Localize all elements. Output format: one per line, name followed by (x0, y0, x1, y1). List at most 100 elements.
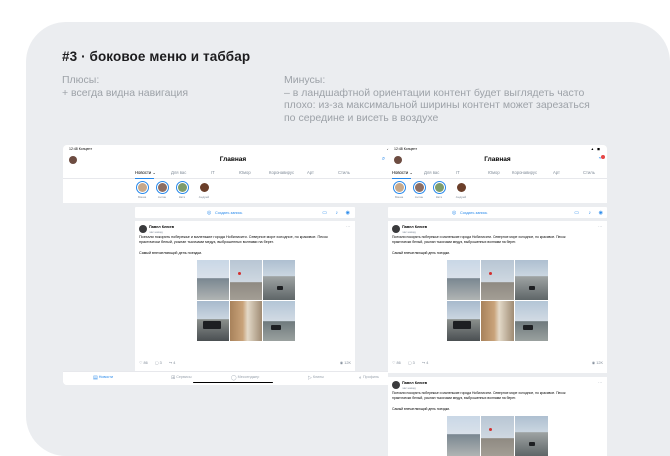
tablet-portrait-mockup: 12:48 Концепт ▲ ◼ Главная ◔ Новости ⌄ Дл… (388, 145, 607, 456)
tab-art[interactable]: Арт (553, 170, 560, 175)
post-author[interactable]: Павел Клюев (402, 225, 427, 229)
status-indicators-icon: ▲ ◼ (590, 146, 601, 151)
services-icon: ⊞ (171, 375, 176, 381)
post-author[interactable]: Павел Клюев (149, 225, 174, 229)
post-photo[interactable] (481, 301, 514, 341)
status-time: 12:48 Концепт (69, 147, 93, 151)
story-item[interactable]: Антон (155, 181, 169, 199)
post-photo[interactable] (447, 416, 480, 456)
story-item[interactable]: Андрей (197, 181, 211, 199)
status-bar: 12:48 Концепт ▲ ◼ (63, 145, 403, 153)
story-item[interactable]: Катя (175, 181, 189, 199)
create-post-bar[interactable]: Создать запись ◎ ▭ ♪ ◉ (135, 207, 355, 218)
post-photo[interactable] (481, 260, 514, 300)
share-button[interactable]: ↪ 4 (169, 360, 175, 365)
settings-icon[interactable]: ◉ (346, 210, 350, 216)
navbar: Главная ⌕ ◔ (63, 153, 403, 167)
tabbar-clips[interactable]: ▷Клипы (308, 375, 324, 381)
tabbar-messenger[interactable]: ◯Мессенджер (231, 375, 259, 381)
like-button[interactable]: ♡ 86 (139, 360, 148, 365)
story-item[interactable]: Маша (135, 181, 149, 199)
tab-news[interactable]: Новости ⌄ (392, 170, 413, 179)
share-button[interactable]: ↪ 4 (422, 360, 428, 365)
feed-tabs: Новости ⌄ Для вас IT Юмор Коронавирус Ар… (388, 167, 607, 179)
cons-line-3: по середине и висеть в воздухе (284, 111, 439, 124)
story-item[interactable]: Антон (412, 181, 426, 199)
create-post-bar[interactable]: ◎ Создать запись ▭ ♪ ◉ (388, 207, 607, 218)
post-photo[interactable] (515, 301, 548, 341)
more-icon[interactable]: ⋯ (598, 380, 602, 385)
post-photo[interactable] (447, 301, 480, 341)
photo-icon[interactable]: ▭ (574, 210, 579, 216)
tab-humor[interactable]: Юмор (239, 170, 251, 175)
more-icon[interactable]: ⋯ (346, 224, 350, 229)
comment-button[interactable]: ▢ 3 (408, 360, 415, 365)
status-bar: 12:48 Концепт ▲ ◼ (388, 145, 607, 153)
tab-it[interactable]: IT (211, 170, 215, 175)
post-actions: ♡ 86 ▢ 3 ↪ 4 ◉ 12K (135, 359, 355, 367)
tabbar-profile[interactable]: ◐Профиль (359, 375, 379, 381)
post-photo[interactable] (230, 260, 262, 300)
settings-icon[interactable]: ◉ (599, 210, 603, 216)
pros-heading: Плюсы: (62, 74, 100, 86)
microphone-icon[interactable]: ♪ (336, 210, 339, 216)
tab-it[interactable]: IT (456, 170, 460, 175)
story-item[interactable]: Маша (392, 181, 406, 199)
post-author[interactable]: Павел Клюев (402, 381, 427, 385)
bell-icon[interactable]: ◔ (596, 154, 605, 163)
feed-tabs: Новости ⌄ Для вас IT Юмор Коронавирус Ар… (63, 167, 403, 179)
post-text: Поехали покорять побережье и маленькие г… (139, 235, 328, 244)
like-button[interactable]: ♡ 86 (392, 360, 401, 365)
tab-coronavirus[interactable]: Коронавирус (512, 170, 537, 175)
tab-for-you[interactable]: Для вас (424, 170, 439, 175)
microphone-icon[interactable]: ♪ (589, 210, 592, 216)
stories-row: Маша Антон Катя Андрей (388, 179, 607, 203)
tab-art[interactable]: Арт (307, 170, 314, 175)
post-photo[interactable] (447, 260, 480, 300)
tab-style[interactable]: Стиль (583, 170, 595, 175)
clips-icon: ▷ (308, 375, 312, 381)
post-text-2: Самый впечатляющий день поездки. (392, 407, 451, 411)
cons-heading: Минусы: (284, 74, 326, 86)
post-card: Павел Клюев час назад ⋯ Поехали покорять… (135, 221, 355, 373)
story-item[interactable]: Катя (432, 181, 446, 199)
post-photo[interactable] (515, 416, 548, 456)
pros-item: + всегда видна навигация (62, 86, 189, 99)
camera-icon: ◎ (452, 209, 457, 216)
post-time: час назад (402, 229, 416, 234)
tab-news[interactable]: Новости ⌄ (135, 170, 156, 179)
photo-icon[interactable]: ▭ (322, 210, 327, 216)
tab-for-you[interactable]: Для вас (171, 170, 186, 175)
post-text: Поехали покорять побережье и маленькие г… (392, 391, 566, 400)
tab-coronavirus[interactable]: Коронавирус (269, 170, 294, 175)
cons-line-2: плохо: из-за максимальной ширины контент… (284, 99, 590, 111)
post-author-avatar[interactable] (392, 381, 400, 389)
post-photo[interactable] (481, 416, 514, 456)
post-text: Поехали покорять побережье и маленькие г… (392, 235, 566, 244)
tablet-landscape-mockup: 12:48 Концепт ▲ ◼ Главная ⌕ ◔ Новости ⌄ … (63, 145, 403, 385)
post-time: час назад (149, 229, 163, 234)
post-author-avatar[interactable] (139, 225, 147, 233)
post-photo[interactable] (515, 260, 548, 300)
post-photo[interactable] (263, 260, 295, 300)
comment-button[interactable]: ▢ 3 (155, 360, 162, 365)
post-photo[interactable] (263, 301, 295, 341)
views-count: ◉ 12K (591, 361, 603, 365)
post-photo[interactable] (197, 301, 229, 341)
navbar: Главная ◔ (388, 153, 607, 167)
page-title: Главная (484, 156, 511, 163)
more-icon[interactable]: ⋯ (598, 224, 602, 229)
search-icon[interactable]: ⌕ (380, 156, 387, 163)
post-author-avatar[interactable] (392, 225, 400, 233)
tab-style[interactable]: Стиль (338, 170, 350, 175)
tabbar-news[interactable]: ▤Новости (93, 375, 113, 381)
profile-icon: ◐ (359, 375, 363, 381)
post-photo[interactable] (230, 301, 262, 341)
post-photo[interactable] (197, 260, 229, 300)
pros-block: Плюсы: + всегда видна навигация (62, 74, 188, 99)
stories-row: Маша Антон Катя Андрей (63, 179, 403, 203)
tabbar-services[interactable]: ⊞Сервисы (171, 375, 191, 381)
story-item[interactable]: Андрей (454, 181, 468, 199)
notification-badge (601, 154, 605, 159)
tab-humor[interactable]: Юмор (488, 170, 500, 175)
